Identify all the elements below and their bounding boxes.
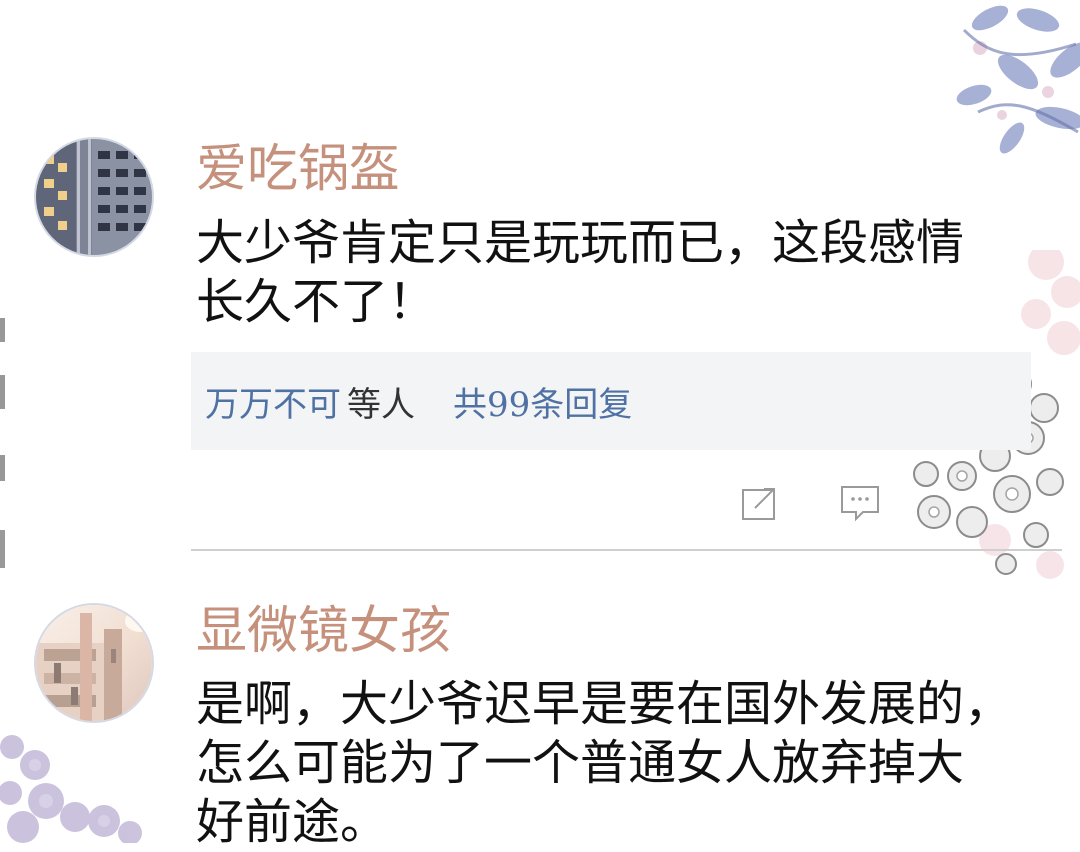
share-button[interactable] bbox=[738, 481, 782, 525]
sunlit-building-avatar-icon bbox=[36, 605, 152, 721]
comment-username[interactable]: 爱吃锅盔 bbox=[196, 140, 400, 200]
comment-text: 大少爷肯定只是玩玩而已，这段感情 长久不了！ bbox=[196, 215, 965, 330]
avatar[interactable] bbox=[34, 137, 154, 257]
share-icon bbox=[742, 488, 775, 520]
comment-icon bbox=[841, 486, 879, 522]
comment-text: 是啊，大少爷迟早是要在国外发展的， 怎么可能为了一个普通女人放弃掉大 好前途。 bbox=[196, 676, 1013, 850]
comment-username[interactable]: 显微镜女孩 bbox=[196, 602, 451, 662]
comment-divider bbox=[191, 549, 1062, 551]
comment-item: 显微镜女孩 是啊，大少爷迟早是要在国外发展的， 怎么可能为了一个普通女人放弃掉大… bbox=[0, 585, 1080, 850]
comment-item: 爱吃锅盔 大少爷肯定只是玩玩而已，这段感情 长久不了！ 万万不可 等人 共99条… bbox=[0, 0, 1080, 560]
reply-preview[interactable]: 万万不可 等人 共99条回复 bbox=[191, 352, 1031, 450]
reply-user-link[interactable]: 万万不可 bbox=[205, 377, 341, 426]
building-avatar-icon bbox=[36, 139, 152, 255]
avatar[interactable] bbox=[34, 603, 154, 723]
reply-count-link[interactable]: 共99条回复 bbox=[453, 377, 632, 426]
comment-button[interactable] bbox=[838, 481, 882, 525]
reply-meta: 等人 bbox=[347, 384, 415, 425]
